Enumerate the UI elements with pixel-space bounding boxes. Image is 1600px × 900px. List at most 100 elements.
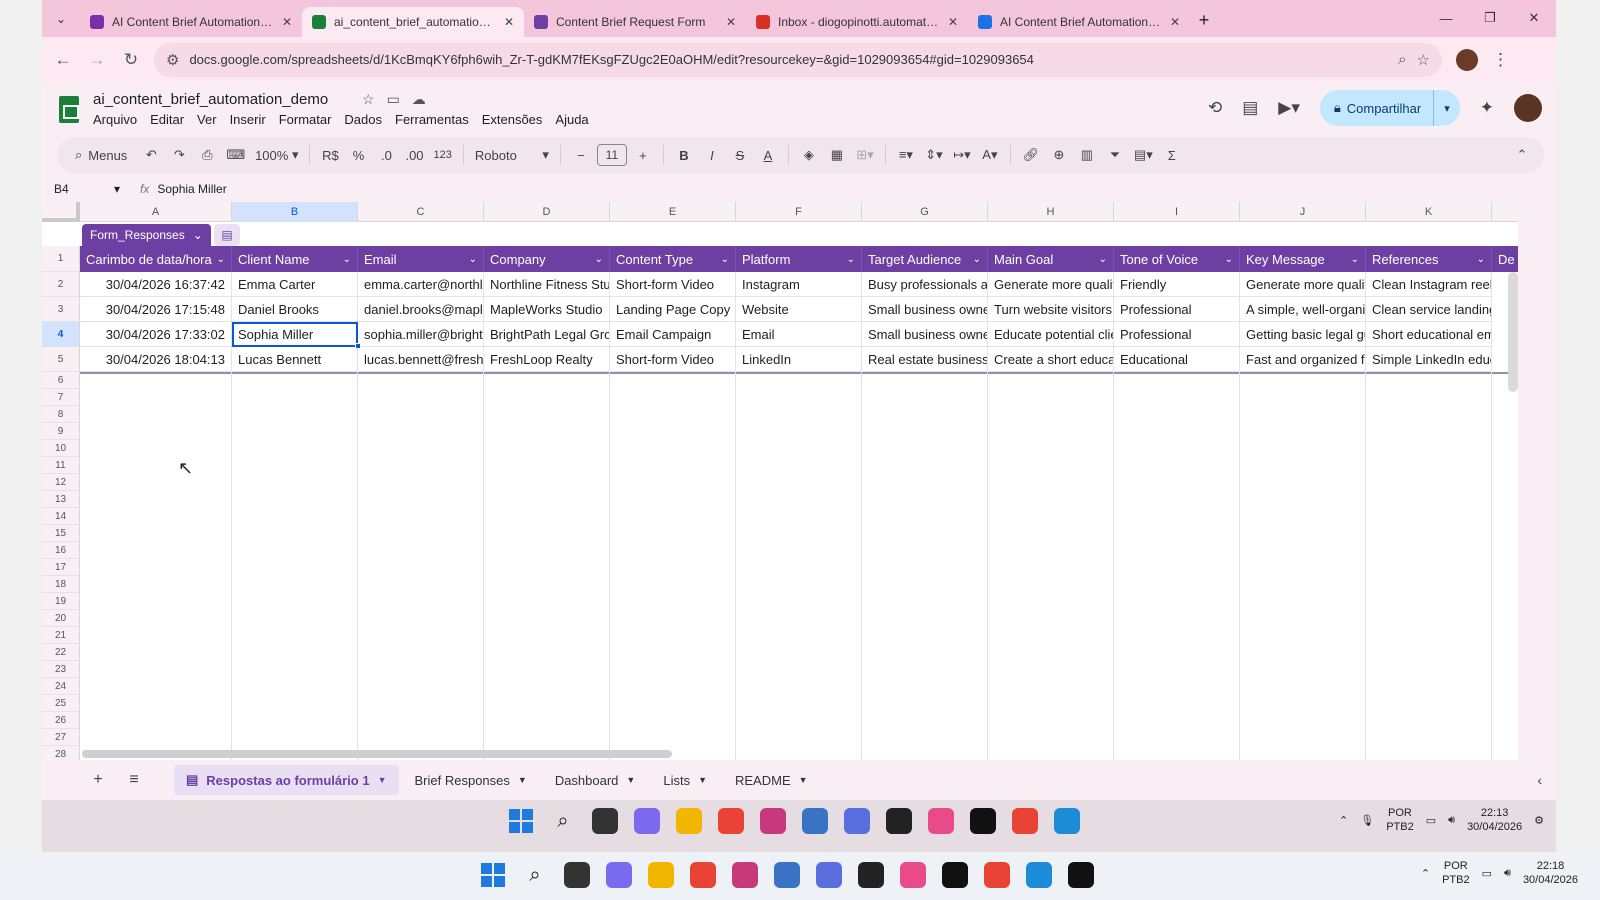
- snipping-tool-icon[interactable]: [732, 862, 758, 888]
- sheet-tab[interactable]: Brief Responses ▼: [403, 765, 539, 795]
- column-header-cell[interactable]: De: [1492, 246, 1518, 272]
- column-header[interactable]: D: [484, 202, 610, 222]
- menu-item[interactable]: Ver: [197, 112, 217, 127]
- cloud-status-icon[interactable]: ☁: [412, 91, 426, 108]
- url-text[interactable]: docs.google.com/spreadsheets/d/1KcBmqKY6…: [189, 52, 1388, 67]
- menu-item[interactable]: Inserir: [230, 112, 266, 127]
- row-header[interactable]: 19: [42, 593, 80, 610]
- bold-icon[interactable]: B: [672, 142, 696, 168]
- search-icon[interactable]: ⌕: [550, 808, 576, 834]
- close-tab-icon[interactable]: ✕: [1170, 15, 1180, 29]
- column-header-cell[interactable]: Platform ⌄: [736, 246, 862, 272]
- tray-chevron-icon[interactable]: ⌃: [1339, 814, 1348, 827]
- column-filter-icon[interactable]: ⌄: [1477, 254, 1485, 265]
- row-header[interactable]: 20: [42, 610, 80, 627]
- row-header[interactable]: 14: [42, 508, 80, 525]
- back-button[interactable]: ←: [46, 43, 80, 77]
- table-cell[interactable]: Clean service landing: [1366, 297, 1492, 322]
- chrome-profile-icon[interactable]: [1012, 808, 1038, 834]
- table-cell[interactable]: Email Campaign: [610, 322, 736, 347]
- sheet-tab-menu-icon[interactable]: ▼: [378, 775, 387, 785]
- table-views-icon[interactable]: ▤▾: [1131, 142, 1156, 168]
- zoom-select[interactable]: 100% ▾: [252, 142, 301, 168]
- column-header[interactable]: C: [358, 202, 484, 222]
- add-sheet-button[interactable]: +: [82, 766, 114, 794]
- row-header[interactable]: 21: [42, 627, 80, 644]
- chatgpt-icon[interactable]: [858, 862, 884, 888]
- table-cell[interactable]: Short-form Video: [610, 347, 736, 372]
- notifications-icon[interactable]: ⚙: [1534, 814, 1544, 827]
- table-cell[interactable]: Instagram: [736, 272, 862, 297]
- table-cell[interactable]: Generate more qualifi: [1240, 272, 1366, 297]
- column-filter-icon[interactable]: ⌄: [1225, 254, 1233, 265]
- browser-tab[interactable]: ai_content_brief_automation_d ✕: [302, 7, 524, 37]
- table-cell[interactable]: Professional: [1114, 322, 1240, 347]
- table-cell[interactable]: Friendly: [1114, 272, 1240, 297]
- browser-menu-icon[interactable]: ⋮: [1492, 50, 1509, 70]
- row-header[interactable]: 16: [42, 542, 80, 559]
- close-tab-icon[interactable]: ✕: [726, 15, 736, 29]
- table-cell[interactable]: Professional: [1114, 297, 1240, 322]
- menu-item[interactable]: Arquivo: [93, 112, 137, 127]
- text-wrap-icon[interactable]: ↦▾: [950, 142, 974, 168]
- column-filter-icon[interactable]: ⌄: [721, 254, 729, 265]
- formula-input[interactable]: Sophia Miller: [157, 182, 226, 196]
- sheet-tab[interactable]: Lists ▼: [651, 765, 719, 795]
- row-header[interactable]: 15: [42, 525, 80, 542]
- app2-icon[interactable]: [844, 808, 870, 834]
- windows-start-icon[interactable]: [480, 862, 506, 888]
- table-cell[interactable]: Small business owne: [862, 322, 988, 347]
- meet-icon[interactable]: ▶▾: [1278, 98, 1300, 118]
- table-cell[interactable]: Fast and organized fo: [1240, 347, 1366, 372]
- sheet-nav-icon[interactable]: ‹: [1537, 772, 1542, 788]
- column-header-cell[interactable]: Company ⌄: [484, 246, 610, 272]
- column-filter-icon[interactable]: ⌄: [469, 254, 477, 265]
- column-header-cell[interactable]: Content Type ⌄: [610, 246, 736, 272]
- app3-icon[interactable]: [928, 808, 954, 834]
- comments-icon[interactable]: ▤: [1242, 98, 1258, 118]
- table-menu-icon[interactable]: ▤: [214, 224, 240, 246]
- currency-button[interactable]: R$: [318, 142, 342, 168]
- edge-icon[interactable]: [1054, 808, 1080, 834]
- column-filter-icon[interactable]: ⌄: [847, 254, 855, 265]
- sheet-tab[interactable]: README ▼: [723, 765, 820, 795]
- column-filter-icon[interactable]: ⌄: [595, 254, 603, 265]
- clock[interactable]: 22:13 30/04/2026: [1467, 806, 1522, 834]
- row-header[interactable]: 4: [42, 322, 80, 347]
- table-cell[interactable]: Small business owne: [862, 297, 988, 322]
- table-cell[interactable]: 30/04/2026 16:37:42: [80, 272, 232, 297]
- column-header-cell[interactable]: Target Audience ⌄: [862, 246, 988, 272]
- snipping-tool-icon[interactable]: [760, 808, 786, 834]
- table-cell[interactable]: LinkedIn: [736, 347, 862, 372]
- table-cell[interactable]: Turn website visitors: [988, 297, 1114, 322]
- gemini-icon[interactable]: ✦: [1480, 98, 1494, 118]
- number-format-button[interactable]: 123: [431, 142, 455, 168]
- row-header[interactable]: 3: [42, 297, 80, 322]
- search-icon[interactable]: ⌕: [522, 862, 548, 888]
- column-header-cell[interactable]: Email ⌄: [358, 246, 484, 272]
- table-cell[interactable]: Email: [736, 322, 862, 347]
- column-header-cell[interactable]: Carimbo de data/hora ⌄: [80, 246, 232, 272]
- font-size-input[interactable]: 11: [596, 144, 627, 166]
- table-cell[interactable]: 30/04/2026 17:33:02: [80, 322, 232, 347]
- increase-decimal-button[interactable]: .00: [402, 142, 426, 168]
- table-cell[interactable]: MapleWorks Studio: [484, 297, 610, 322]
- browser-tab[interactable]: AI Content Brief Automation | M ✕: [80, 7, 302, 37]
- fill-color-icon[interactable]: ◈: [797, 142, 821, 168]
- row-header[interactable]: 24: [42, 678, 80, 695]
- row-header[interactable]: 7: [42, 389, 80, 406]
- row-header[interactable]: 1: [42, 246, 80, 272]
- table-cell[interactable]: FreshLoop Realty: [484, 347, 610, 372]
- row-header[interactable]: 13: [42, 491, 80, 508]
- row-header[interactable]: 11: [42, 457, 80, 474]
- table-name-chip[interactable]: Form_Responses ⌄: [82, 224, 211, 246]
- menu-item[interactable]: Editar: [150, 112, 184, 127]
- reload-button[interactable]: ↻: [114, 43, 148, 77]
- text-color-icon[interactable]: A: [756, 142, 780, 168]
- table-cell[interactable]: 30/04/2026 17:15:48: [80, 297, 232, 322]
- profile-avatar[interactable]: [1456, 48, 1478, 71]
- close-window-button[interactable]: ✕: [1512, 0, 1556, 36]
- vertical-align-icon[interactable]: ⇕▾: [922, 142, 946, 168]
- menus-search[interactable]: ⌕ Menus: [67, 142, 135, 168]
- input-language[interactable]: POR PTB2: [1386, 806, 1414, 834]
